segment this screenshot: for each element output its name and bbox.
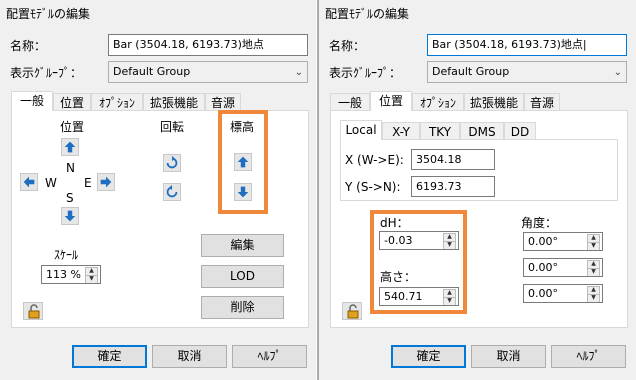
rotation-label: 回転 [160,120,185,134]
angle-value-2: 0.00° [528,261,558,274]
chevron-down-icon: ⌄ [613,67,622,78]
right-group-select[interactable]: Default Group ⌄ [427,61,627,83]
left-name-field[interactable]: Bar (3504.18, 6193.73)地点 [108,34,308,56]
arrow-up-icon [64,141,76,153]
x-field[interactable]: 3504.18 [411,149,495,170]
text-caret: | [582,38,587,51]
x-label: X (W->E): [345,153,404,167]
help-button[interactable]: ﾍﾙﾌﾟ [551,345,626,368]
right-name-value: Bar (3504.18, 6193.73)地点 [432,38,583,51]
left-tab-options[interactable]: ｵﾌﾟｼｮﾝ [91,93,143,111]
scale-value: 113 % [46,268,81,281]
chevron-down-icon: ⌄ [294,67,303,78]
lod-button[interactable]: LOD [201,265,284,288]
right-dialog: 配置ﾓﾃﾞﾙの編集 名称： Bar (3504.18, 6193.73)地点| … [319,0,636,380]
lock-icon [28,304,40,319]
rotate-right-icon [166,155,178,169]
angle-spinner-2[interactable]: 0.00° ▲ ▼ [523,258,603,277]
compass-west: W [45,176,57,190]
position-label: 位置 [60,120,85,134]
angle-value-1: 0.00° [528,235,558,248]
subtab-dd[interactable]: DD [504,122,536,140]
scale-label: ｽｹｰﾙ [54,248,79,262]
angle-spinner-3[interactable]: 0.00° ▲ ▼ [523,284,603,303]
subtab-xy[interactable]: X-Y [382,122,420,140]
arrow-down-icon [64,210,76,222]
left-tab-general[interactable]: 一般 [11,91,53,111]
spin-down-icon[interactable]: ▼ [587,294,600,302]
compass-south: S [66,191,74,205]
move-east-button[interactable] [97,173,115,191]
rotate-ccw-button[interactable] [163,183,181,201]
left-dialog: 配置ﾓﾃﾞﾙの編集 名称： Bar (3504.18, 6193.73)地点 表… [0,0,316,380]
elevation-highlight-box [218,110,268,214]
delete-button[interactable]: 削除 [201,296,284,319]
subtab-local[interactable]: Local [340,120,382,140]
arrow-right-icon [100,176,112,188]
right-group-value: Default Group [432,65,510,78]
rotate-cw-button[interactable] [163,154,181,172]
right-name-label: 名称： [329,39,366,53]
compass-north: N [66,161,75,175]
right-tab-extensions[interactable]: 拡張機能 [464,93,524,111]
left-group-label: 表示ｸﾞﾙｰﾌﾟ： [10,66,83,80]
left-window-title: 配置ﾓﾃﾞﾙの編集 [6,7,91,21]
ok-button[interactable]: 確定 [391,345,466,368]
move-north-button[interactable] [61,138,79,156]
left-name-label: 名称： [10,39,47,53]
right-tab-sound[interactable]: 音源 [524,93,560,111]
cancel-button[interactable]: 取消 [471,345,546,368]
left-tab-position[interactable]: 位置 [53,93,91,111]
y-field[interactable]: 6193.73 [411,176,495,197]
angle-label: 角度： [521,216,558,230]
right-tab-options[interactable]: ｵﾌﾟｼｮﾝ [412,93,464,111]
cancel-button[interactable]: 取消 [152,345,227,368]
left-group-select[interactable]: Default Group ⌄ [108,61,308,83]
y-label: Y (S->N): [345,180,401,194]
height-highlight-box [370,210,467,314]
left-group-value: Default Group [113,65,191,78]
move-west-button[interactable] [20,173,38,191]
ok-button[interactable]: 確定 [72,345,147,368]
scale-spinner[interactable]: 113 % ▲ ▼ [41,265,101,284]
right-group-label: 表示ｸﾞﾙｰﾌﾟ： [329,66,402,80]
lock-button[interactable] [342,302,362,320]
right-tab-general[interactable]: 一般 [330,93,370,111]
spin-down-icon[interactable]: ▼ [587,242,600,250]
right-window-title: 配置ﾓﾃﾞﾙの編集 [325,7,410,21]
right-tab-position[interactable]: 位置 [370,91,412,111]
right-name-field[interactable]: Bar (3504.18, 6193.73)地点| [427,34,627,56]
left-tab-extensions[interactable]: 拡張機能 [143,93,205,111]
help-button[interactable]: ﾍﾙﾌﾟ [232,345,307,368]
left-tab-sound[interactable]: 音源 [205,93,241,111]
lock-icon [347,304,359,319]
spin-down-icon[interactable]: ▼ [587,268,600,276]
angle-spinner-1[interactable]: 0.00° ▲ ▼ [523,232,603,251]
spin-down-icon[interactable]: ▼ [85,275,98,283]
move-south-button[interactable] [61,207,79,225]
subtab-tky[interactable]: TKY [420,122,460,140]
subtab-dms[interactable]: DMS [460,122,504,140]
edit-button[interactable]: 編集 [201,234,284,257]
angle-value-3: 0.00° [528,287,558,300]
compass-east: E [84,176,92,190]
arrow-left-icon [23,176,35,188]
rotate-left-icon [166,184,178,198]
lock-button[interactable] [23,302,43,320]
